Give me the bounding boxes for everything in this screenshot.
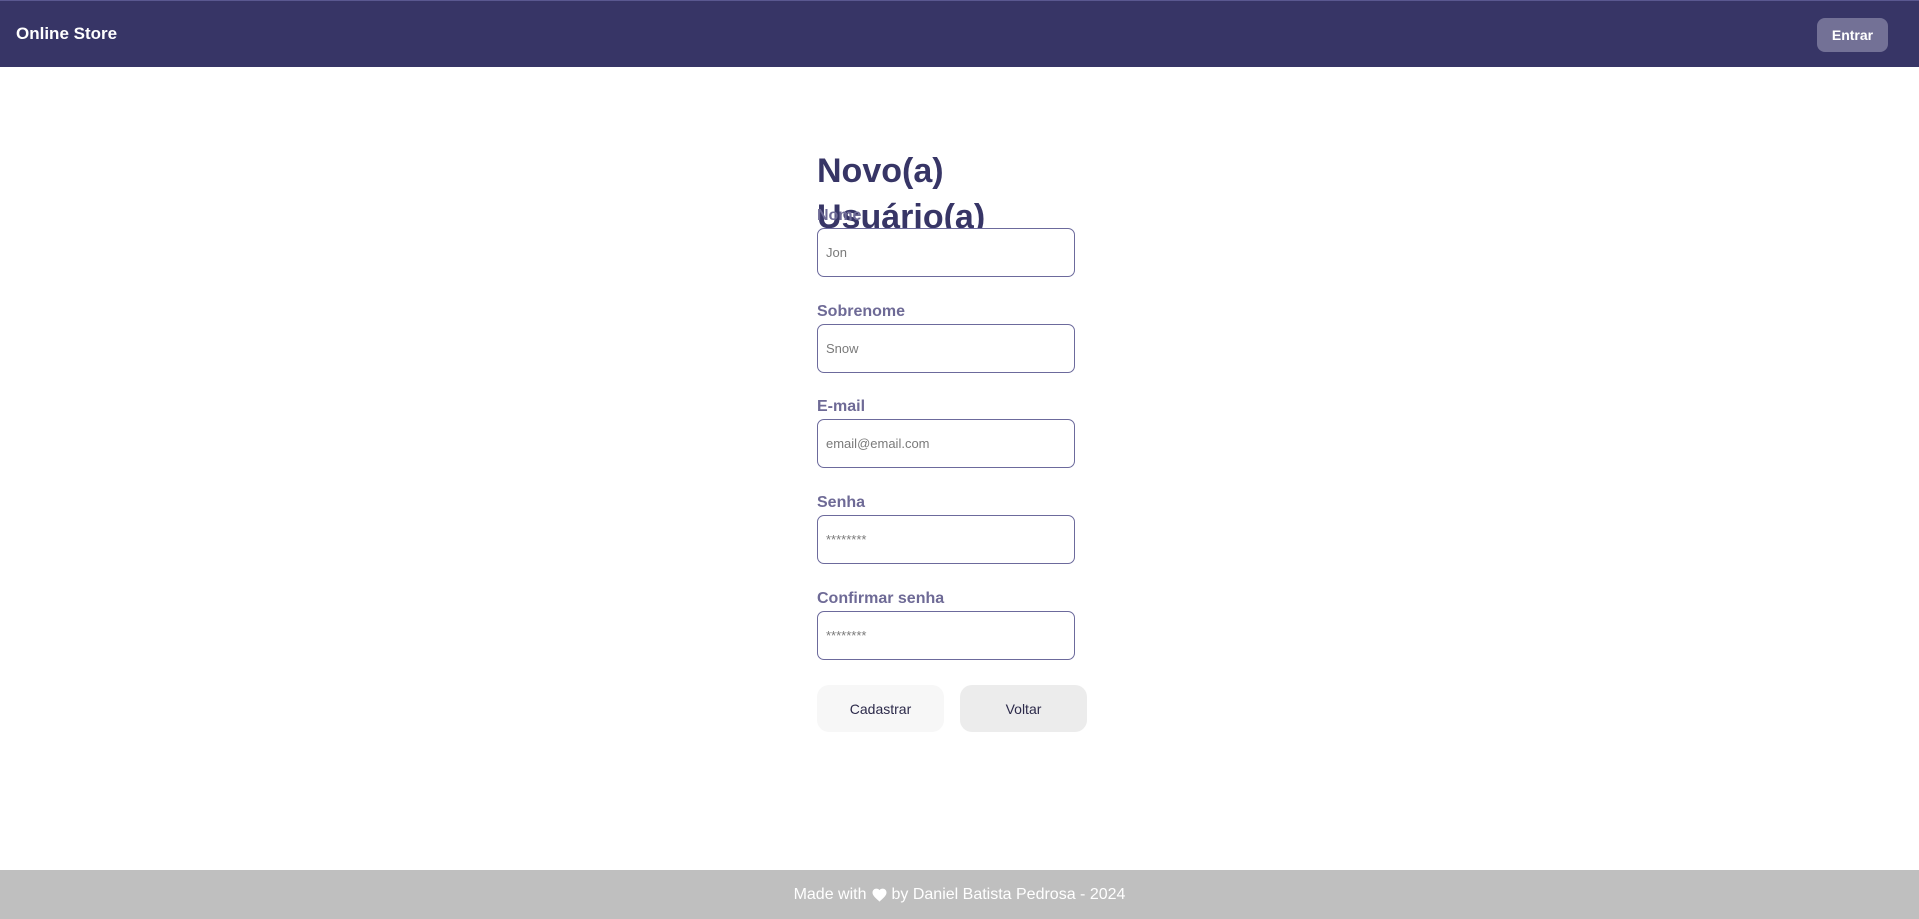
email-label: E-mail <box>817 398 866 415</box>
last-name-field: Sobrenome <box>817 302 1077 373</box>
password-field: Senha <box>817 493 1077 564</box>
password-label: Senha <box>817 494 866 511</box>
password-input[interactable] <box>817 515 1075 564</box>
brand-logo-text[interactable]: Online Store <box>16 24 117 44</box>
page: Online Store Entrar Novo(a) Usuário(a) N… <box>0 0 1919 919</box>
register-button[interactable]: Cadastrar <box>817 685 944 732</box>
confirm-password-input[interactable] <box>817 611 1075 660</box>
email-input[interactable] <box>817 419 1075 468</box>
page-title: Novo(a) Usuário(a) <box>817 152 986 236</box>
first-name-input[interactable] <box>817 228 1075 277</box>
footer-made-with: Made with <box>793 885 867 903</box>
form-container: Novo(a) Usuário(a) <box>817 148 1117 236</box>
last-name-label: Sobrenome <box>817 303 906 320</box>
last-name-input[interactable] <box>817 324 1075 373</box>
navbar: Online Store Entrar <box>0 0 1919 67</box>
heart-icon <box>872 888 887 902</box>
footer-author: by Daniel Batista Pedrosa - 2024 <box>891 885 1126 903</box>
confirm-password-field: Confirmar senha <box>817 589 1077 660</box>
email-field: E-mail <box>817 397 1077 468</box>
first-name-label: Nome <box>817 207 862 224</box>
confirm-password-label: Confirmar senha <box>817 590 945 607</box>
back-button[interactable]: Voltar <box>960 685 1087 732</box>
login-button[interactable]: Entrar <box>1817 18 1888 52</box>
first-name-field: Nome <box>817 206 1077 277</box>
footer: Made with by Daniel Batista Pedrosa - 20… <box>0 870 1919 919</box>
